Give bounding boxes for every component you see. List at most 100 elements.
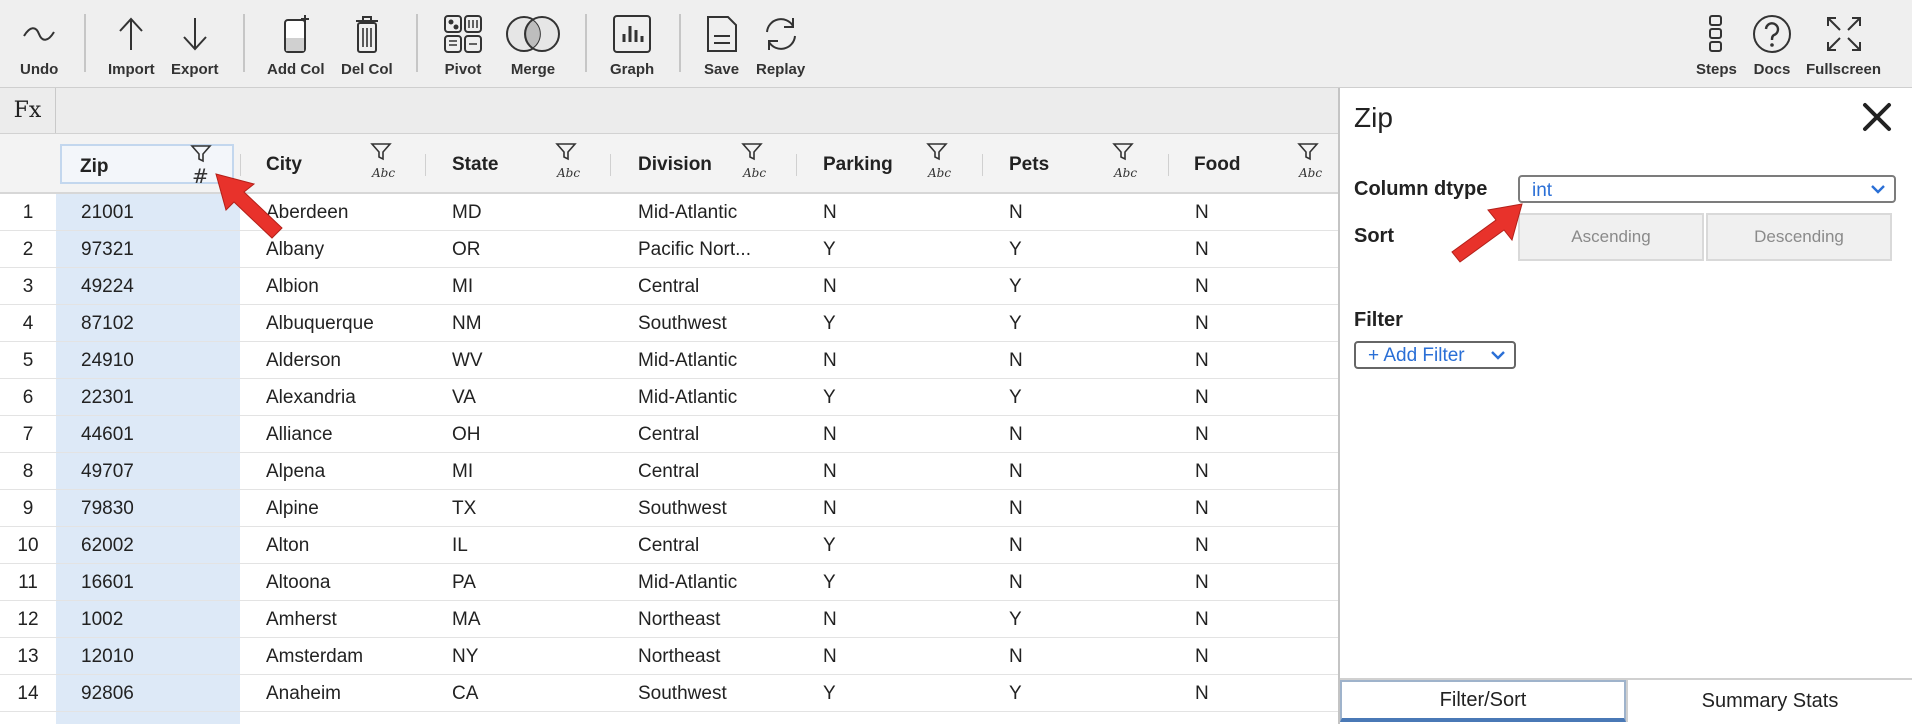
cell-state[interactable]: MD xyxy=(452,202,482,224)
filter-icon[interactable] xyxy=(926,142,948,162)
cell-pets[interactable]: N xyxy=(1009,572,1023,594)
cell-pets[interactable]: N xyxy=(1009,350,1023,372)
cell-zip[interactable]: 22301 xyxy=(81,387,134,409)
cell-parking[interactable]: N xyxy=(823,424,837,446)
filter-icon[interactable] xyxy=(555,142,577,162)
cell-parking[interactable]: N xyxy=(823,350,837,372)
import-button[interactable]: Import xyxy=(108,12,155,78)
cell-state[interactable]: MI xyxy=(452,461,473,483)
cell-state[interactable]: MA xyxy=(452,609,481,631)
cell-division[interactable]: Southwest xyxy=(638,313,727,335)
filter-icon[interactable] xyxy=(370,142,392,162)
cell-city[interactable]: Alderson xyxy=(266,350,341,372)
cell-pets[interactable]: N xyxy=(1009,461,1023,483)
sort-ascending-button[interactable]: Ascending xyxy=(1518,213,1704,261)
cell-parking[interactable]: Y xyxy=(823,572,836,594)
cell-city[interactable]: Alpine xyxy=(266,498,319,520)
column-header-division[interactable]: Division Abc xyxy=(620,142,790,184)
cell-division[interactable]: Northeast xyxy=(638,609,720,631)
filter-icon[interactable] xyxy=(1112,142,1134,162)
column-header-parking[interactable]: Parking Abc xyxy=(805,142,975,184)
formula-input[interactable] xyxy=(62,88,1338,133)
cell-zip[interactable]: 62002 xyxy=(81,535,134,557)
cell-zip[interactable]: 16601 xyxy=(81,572,134,594)
cell-state[interactable]: WV xyxy=(452,350,483,372)
cell-city[interactable]: Amherst xyxy=(266,609,337,631)
cell-parking[interactable]: N xyxy=(823,609,837,631)
undo-button[interactable]: Undo xyxy=(20,12,58,78)
cell-division[interactable]: Central xyxy=(638,276,699,298)
cell-parking[interactable]: Y xyxy=(823,239,836,261)
add-filter-select[interactable]: + Add Filter xyxy=(1354,341,1516,369)
cell-state[interactable]: PA xyxy=(452,572,476,594)
cell-zip[interactable]: 1002 xyxy=(81,609,123,631)
cell-division[interactable]: Mid-Atlantic xyxy=(638,202,737,224)
cell-city[interactable]: Albion xyxy=(266,276,319,298)
cell-food[interactable]: N xyxy=(1195,424,1209,446)
cell-parking[interactable]: N xyxy=(823,646,837,668)
cell-food[interactable]: N xyxy=(1195,202,1209,224)
merge-button[interactable]: Merge xyxy=(503,12,563,78)
save-button[interactable]: Save xyxy=(704,12,739,78)
cell-division[interactable]: Southwest xyxy=(638,498,727,520)
cell-division[interactable]: Mid-Atlantic xyxy=(638,387,737,409)
sort-descending-button[interactable]: Descending xyxy=(1706,213,1892,261)
cell-zip[interactable]: 49707 xyxy=(81,461,134,483)
export-button[interactable]: Export xyxy=(171,12,219,78)
pivot-button[interactable]: Pivot xyxy=(443,12,483,78)
cell-city[interactable]: Altoona xyxy=(266,572,330,594)
column-header-state[interactable]: State Abc xyxy=(434,142,604,184)
cell-pets[interactable]: N xyxy=(1009,498,1023,520)
filter-icon[interactable] xyxy=(741,142,763,162)
cell-state[interactable]: CA xyxy=(452,683,478,705)
del-col-button[interactable]: Del Col xyxy=(341,12,393,78)
cell-state[interactable]: MI xyxy=(452,276,473,298)
column-header-pets[interactable]: Pets Abc xyxy=(991,142,1161,184)
cell-parking[interactable]: Y xyxy=(823,387,836,409)
cell-zip[interactable]: 79830 xyxy=(81,498,134,520)
column-header-food[interactable]: Food Abc xyxy=(1176,142,1336,184)
cell-zip[interactable]: 92806 xyxy=(81,683,134,705)
tab-filter-sort[interactable]: Filter/Sort xyxy=(1340,680,1626,722)
cell-division[interactable]: Northeast xyxy=(638,646,720,668)
steps-button[interactable]: Steps xyxy=(1696,12,1737,78)
cell-food[interactable]: N xyxy=(1195,461,1209,483)
cell-city[interactable]: Albany xyxy=(266,239,324,261)
cell-parking[interactable]: Y xyxy=(823,683,836,705)
cell-city[interactable]: Anaheim xyxy=(266,683,341,705)
cell-food[interactable]: N xyxy=(1195,535,1209,557)
tab-summary-stats[interactable]: Summary Stats xyxy=(1626,680,1912,722)
cell-pets[interactable]: Y xyxy=(1009,387,1022,409)
cell-division[interactable]: Mid-Atlantic xyxy=(638,350,737,372)
cell-state[interactable]: NY xyxy=(452,646,478,668)
close-icon[interactable] xyxy=(1860,100,1894,134)
cell-state[interactable]: TX xyxy=(452,498,476,520)
cell-pets[interactable]: Y xyxy=(1009,609,1022,631)
cell-division[interactable]: Southwest xyxy=(638,683,727,705)
column-header-zip[interactable]: Zip # xyxy=(60,144,234,188)
docs-button[interactable]: Docs xyxy=(1752,12,1792,78)
cell-parking[interactable]: N xyxy=(823,202,837,224)
cell-pets[interactable]: Y xyxy=(1009,276,1022,298)
cell-parking[interactable]: N xyxy=(823,461,837,483)
cell-parking[interactable]: N xyxy=(823,276,837,298)
cell-pets[interactable]: Y xyxy=(1009,239,1022,261)
cell-parking[interactable]: N xyxy=(823,498,837,520)
cell-state[interactable]: IL xyxy=(452,535,468,557)
filter-icon[interactable] xyxy=(190,144,212,164)
cell-pets[interactable]: N xyxy=(1009,535,1023,557)
cell-city[interactable]: Alexandria xyxy=(266,387,356,409)
cell-food[interactable]: N xyxy=(1195,498,1209,520)
cell-food[interactable]: N xyxy=(1195,646,1209,668)
cell-city[interactable]: Amsterdam xyxy=(266,646,363,668)
cell-zip[interactable]: 24910 xyxy=(81,350,134,372)
cell-division[interactable]: Mid-Atlantic xyxy=(638,572,737,594)
filter-icon[interactable] xyxy=(1297,142,1319,162)
cell-food[interactable]: N xyxy=(1195,572,1209,594)
add-col-button[interactable]: Add Col xyxy=(267,12,325,78)
replay-button[interactable]: Replay xyxy=(756,12,805,78)
cell-food[interactable]: N xyxy=(1195,276,1209,298)
cell-zip[interactable]: 12010 xyxy=(81,646,134,668)
cell-food[interactable]: N xyxy=(1195,313,1209,335)
cell-pets[interactable]: N xyxy=(1009,202,1023,224)
